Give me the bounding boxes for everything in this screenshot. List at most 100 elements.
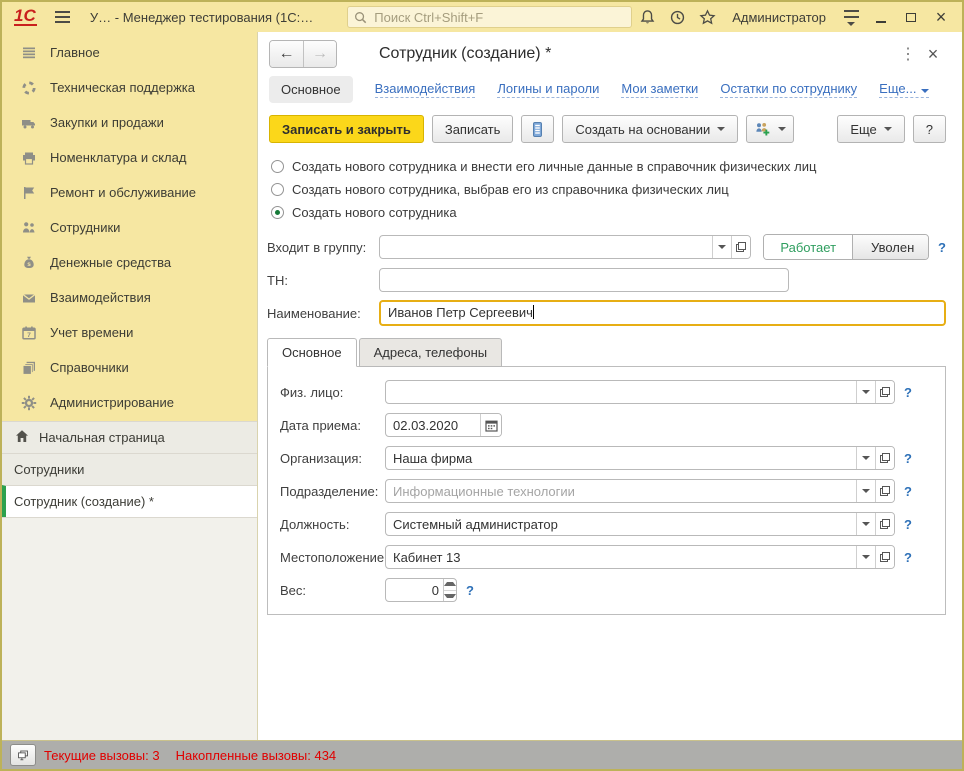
- dropdown-button[interactable]: [856, 381, 875, 403]
- name-input[interactable]: Иванов Петр Сергеевич: [379, 300, 946, 326]
- location-input[interactable]: Кабинет 13: [386, 546, 856, 568]
- dropdown-button[interactable]: [856, 546, 875, 568]
- notifications-bell-icon[interactable]: [632, 4, 662, 30]
- sidebar-item-main[interactable]: Главное: [2, 35, 257, 70]
- maximize-button[interactable]: [896, 4, 926, 30]
- help-button[interactable]: ?: [913, 115, 946, 143]
- help-link[interactable]: ?: [904, 517, 912, 532]
- nav-link-employee-balances[interactable]: Остатки по сотруднику: [720, 81, 857, 98]
- open-button[interactable]: [875, 546, 894, 568]
- radio-create-with-personal-data[interactable]: Создать нового сотрудника и внести его л…: [271, 155, 962, 178]
- radio-create-from-catalog[interactable]: Создать нового сотрудника, выбрав его из…: [271, 178, 962, 201]
- search-icon: [354, 11, 367, 24]
- sidebar-item-money[interactable]: s Денежные средства: [2, 245, 257, 280]
- nav-link-my-notes[interactable]: Мои заметки: [621, 81, 698, 98]
- stepper-up-button[interactable]: [444, 579, 456, 591]
- minimize-button[interactable]: [866, 4, 896, 30]
- more-button[interactable]: Еще: [837, 115, 904, 143]
- current-calls-indicator: Текущие вызовы: 3: [44, 748, 160, 763]
- open-button[interactable]: [875, 513, 894, 535]
- sidebar-item-repair-service[interactable]: Ремонт и обслуживание: [2, 175, 257, 210]
- nav-link-more[interactable]: Еще...: [879, 81, 929, 98]
- triangle-down-icon: [444, 594, 456, 598]
- position-input[interactable]: Системный администратор: [386, 513, 856, 535]
- dropdown-button[interactable]: [856, 513, 875, 535]
- sidebar-item-tech-support[interactable]: Техническая поддержка: [2, 70, 257, 105]
- create-based-on-button[interactable]: Создать на основании: [562, 115, 738, 143]
- close-form-icon[interactable]: ×: [920, 43, 946, 66]
- organization-field-row: Организация: Наша фирма ?: [280, 446, 933, 470]
- department-input[interactable]: Информационные технологии: [386, 480, 856, 502]
- help-link[interactable]: ?: [466, 583, 474, 598]
- person-input[interactable]: [386, 381, 856, 403]
- dropdown-button[interactable]: [712, 236, 731, 258]
- window-tab-employees[interactable]: Сотрудники: [2, 453, 257, 485]
- window-tab-employee-new[interactable]: Сотрудник (создание) *: [2, 485, 257, 517]
- sidebar-item-purchases-sales[interactable]: Закупки и продажи: [2, 105, 257, 140]
- status-fired-button[interactable]: Уволен: [852, 235, 929, 259]
- dropdown-button[interactable]: [856, 447, 875, 469]
- show-in-list-button[interactable]: [521, 115, 554, 143]
- status-working-button[interactable]: Работает: [764, 235, 852, 259]
- sidebar-item-time-tracking[interactable]: 7 Учет времени: [2, 315, 257, 350]
- history-icon[interactable]: [662, 4, 692, 30]
- save-button[interactable]: Записать: [432, 115, 514, 143]
- open-windows-panel: Начальная страница Сотрудники Сотрудник …: [2, 421, 257, 740]
- current-user[interactable]: Администратор: [732, 10, 826, 25]
- tab-main[interactable]: Основное: [267, 338, 357, 367]
- radio-create-new[interactable]: Создать нового сотрудника: [271, 201, 962, 224]
- group-input[interactable]: [380, 236, 712, 258]
- form-menu-dots-icon[interactable]: ⋮: [894, 43, 920, 65]
- performance-indicator-button[interactable]: [10, 744, 36, 766]
- stepper-down-button[interactable]: [444, 591, 456, 602]
- monitors-icon: [17, 748, 29, 763]
- radio-icon: [271, 183, 284, 196]
- nav-link-interactions[interactable]: Взаимодействия: [375, 81, 476, 98]
- gear-icon: [20, 394, 37, 411]
- sidebar-item-interactions[interactable]: Взаимодействия: [2, 280, 257, 315]
- envelope-icon: [20, 289, 37, 306]
- back-button[interactable]: ←: [270, 41, 303, 67]
- radio-selected-icon: [271, 206, 284, 219]
- forward-button[interactable]: →: [303, 41, 336, 67]
- field-label: Вес:: [280, 583, 385, 598]
- help-link[interactable]: ?: [904, 451, 912, 466]
- help-link[interactable]: ?: [904, 385, 912, 400]
- text-cursor: [533, 305, 534, 319]
- sidebar-label: Номенклатура и склад: [50, 150, 186, 165]
- organization-input[interactable]: Наша фирма: [386, 447, 856, 469]
- location-combo-field: Кабинет 13: [385, 545, 895, 569]
- sidebar-item-employees[interactable]: Сотрудники: [2, 210, 257, 245]
- tab-addresses-phones[interactable]: Адреса, телефоны: [359, 338, 503, 367]
- open-button[interactable]: [875, 381, 894, 403]
- calendar-picker-button[interactable]: [480, 414, 501, 436]
- open-button[interactable]: [875, 480, 894, 502]
- main-menu-icon[interactable]: [55, 8, 70, 26]
- search-input[interactable]: [372, 9, 625, 26]
- sidebar-item-administration[interactable]: Администрирование: [2, 385, 257, 420]
- save-and-close-button[interactable]: Записать и закрыть: [269, 115, 424, 143]
- radio-label: Создать нового сотрудника: [292, 205, 457, 220]
- add-person-button[interactable]: [746, 115, 794, 143]
- service-menu-icon[interactable]: [836, 4, 866, 30]
- close-window-button[interactable]: ×: [926, 4, 956, 30]
- open-button[interactable]: [875, 447, 894, 469]
- dropdown-button[interactable]: [856, 480, 875, 502]
- tn-input[interactable]: [379, 268, 789, 292]
- open-button[interactable]: [731, 236, 750, 258]
- nav-link-logins-passwords[interactable]: Логины и пароли: [497, 81, 599, 98]
- calendar-icon: 7: [20, 324, 37, 341]
- chevron-down-icon: [862, 390, 870, 394]
- global-search[interactable]: [347, 6, 632, 28]
- nav-tab-main[interactable]: Основное: [269, 76, 353, 103]
- favorites-star-icon[interactable]: [692, 4, 722, 30]
- home-page-item[interactable]: Начальная страница: [2, 421, 257, 453]
- help-link[interactable]: ?: [938, 240, 946, 255]
- weight-input[interactable]: 0: [386, 579, 443, 601]
- sidebar-item-nomenclature-warehouse[interactable]: Номенклатура и склад: [2, 140, 257, 175]
- window-tab-label: Сотрудники: [14, 462, 84, 477]
- help-link[interactable]: ?: [904, 550, 912, 565]
- sidebar-item-catalogs[interactable]: Справочники: [2, 350, 257, 385]
- help-link[interactable]: ?: [904, 484, 912, 499]
- hire-date-input[interactable]: 02.03.2020: [386, 414, 480, 436]
